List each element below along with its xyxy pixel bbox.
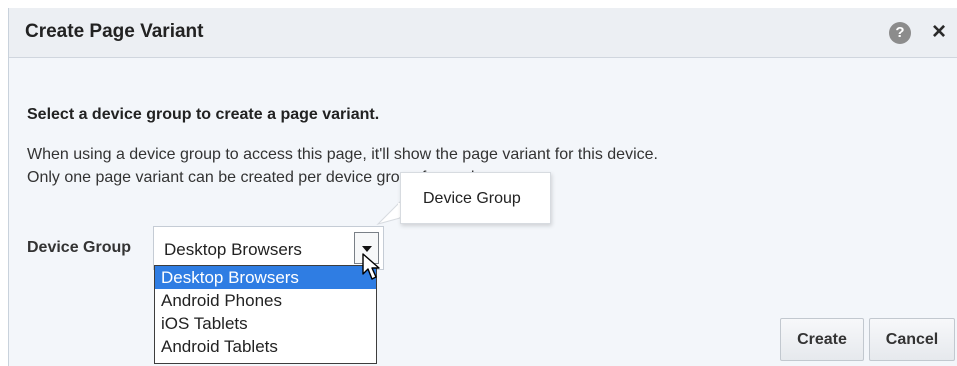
option-desktop-browsers[interactable]: Desktop Browsers bbox=[155, 266, 376, 289]
create-button[interactable]: Create bbox=[780, 318, 864, 361]
tooltip-text: Device Group bbox=[423, 190, 521, 207]
dialog-titlebar: Create Page Variant ? × bbox=[9, 8, 957, 58]
device-group-listbox[interactable]: Desktop Browsers Android Phones iOS Tabl… bbox=[154, 265, 377, 364]
create-page-variant-dialog: Create Page Variant ? × Select a device … bbox=[8, 8, 957, 366]
dialog-title: Create Page Variant bbox=[25, 21, 204, 42]
device-group-select[interactable]: Desktop Browsers bbox=[153, 226, 384, 270]
device-group-tooltip: Device Group bbox=[400, 172, 551, 224]
option-android-tablets[interactable]: Android Tablets bbox=[155, 335, 376, 358]
cancel-button[interactable]: Cancel bbox=[869, 318, 955, 361]
description-line-1: When using a device group to access this… bbox=[27, 146, 658, 163]
option-ios-tablets[interactable]: iOS Tablets bbox=[155, 312, 376, 335]
device-group-label: Device Group bbox=[27, 239, 132, 256]
mouse-pointer-icon bbox=[362, 253, 380, 280]
device-group-select-value: Desktop Browsers bbox=[164, 240, 302, 259]
option-android-phones[interactable]: Android Phones bbox=[155, 289, 376, 312]
dialog-heading: Select a device group to create a page v… bbox=[27, 106, 380, 123]
help-icon[interactable]: ? bbox=[889, 22, 911, 44]
close-icon[interactable]: × bbox=[928, 19, 950, 45]
